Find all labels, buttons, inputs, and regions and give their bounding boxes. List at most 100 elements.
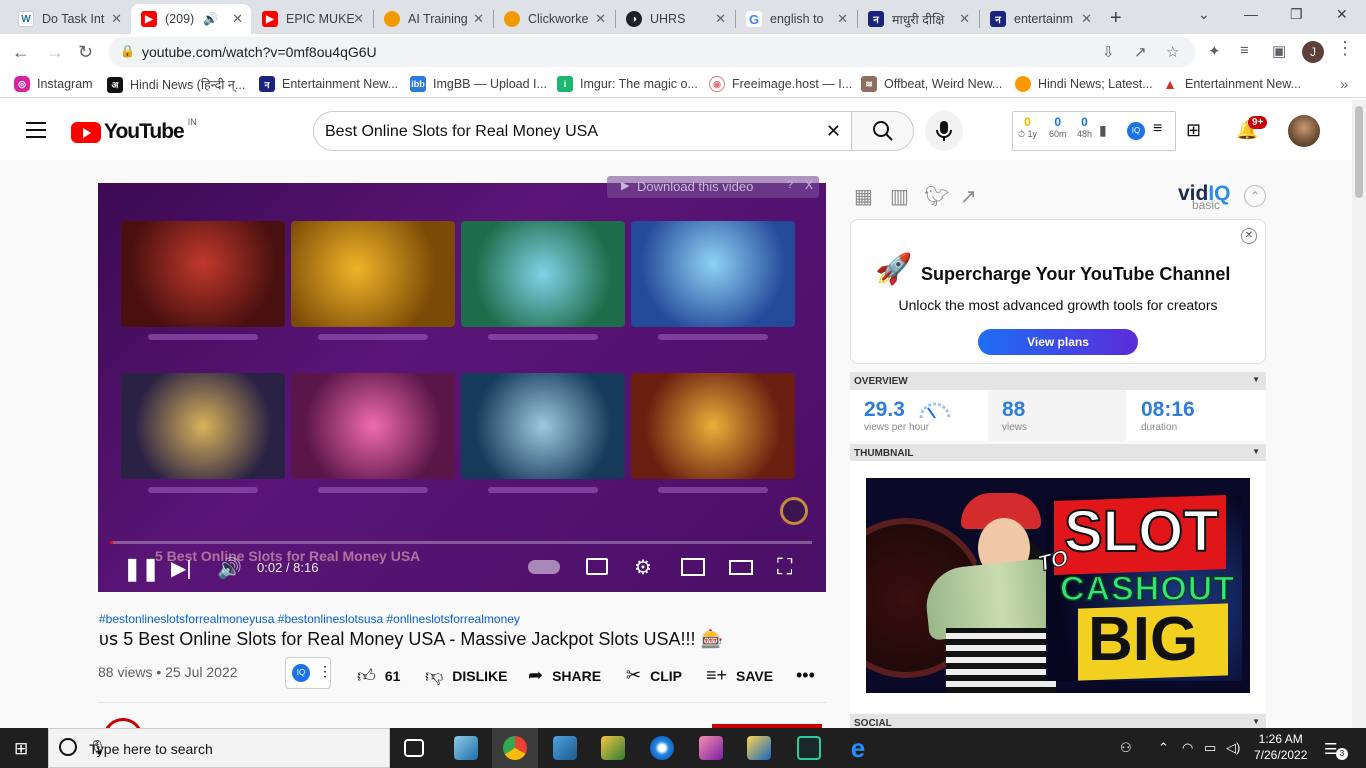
close-icon[interactable]: ✕ [1081, 11, 1092, 27]
bookmark-instagram[interactable]: ◎ Instagram [14, 76, 93, 92]
share-icon[interactable]: ↗ [1134, 43, 1147, 61]
subtitles-icon[interactable] [586, 558, 608, 575]
bar-chart-icon[interactable]: ▥ [890, 184, 909, 209]
bookmark-freeimage[interactable]: ◉ Freeimage.host — I... [709, 76, 852, 92]
tab-google[interactable]: G english to ✕ [736, 4, 856, 34]
system-clock[interactable]: 1:26 AM 7/26/2022 [1254, 731, 1307, 763]
autoplay-toggle[interactable] [528, 560, 560, 574]
menu-kebab-icon[interactable]: ⋮ [1336, 38, 1354, 59]
video-thumbnail-image[interactable]: SLOT TO CASHOUT BIG [866, 478, 1250, 693]
progress-bar[interactable] [110, 541, 812, 544]
forward-button[interactable]: → [46, 42, 64, 63]
hashtags[interactable]: #bestonlineslotsforrealmoneyusa #bestonl… [99, 612, 520, 626]
speaker-icon[interactable]: 🔊 [203, 12, 218, 26]
search-input[interactable]: Best Online Slots for Real Money USA ✕ [313, 111, 852, 151]
vidiq-button[interactable]: IQ ⋮ [285, 657, 332, 689]
wifi-icon[interactable]: ◠ [1182, 740, 1193, 756]
bookmark-star-icon[interactable]: ☆ [1166, 43, 1179, 61]
app-notepad-icon[interactable] [454, 736, 478, 760]
bookmark-hindi-news[interactable]: अ Hindi News (हिन्दी न्... [107, 76, 245, 93]
close-icon[interactable]: ✕ [353, 11, 364, 27]
bookmark-entertainment[interactable]: न Entertainment New... [259, 76, 398, 92]
media-control-icon[interactable]: ≡ [1240, 42, 1249, 59]
extensions-icon[interactable]: ✦ [1208, 42, 1221, 60]
taskbar-search-box[interactable]: Type here to search 🎙 [48, 728, 390, 768]
settings-gear-icon[interactable]: ⚙ [634, 555, 652, 580]
close-icon[interactable]: ✕ [837, 11, 848, 27]
task-view-icon[interactable] [404, 739, 424, 757]
vidiq-toolbar[interactable]: 0 ⏱ 1y 0 60m 0 48h ▮ IQ ≡ [1012, 111, 1176, 151]
minimize-button[interactable]: — [1244, 6, 1258, 22]
fullscreen-icon[interactable]: ⛶ [777, 554, 792, 580]
tab-uhrs[interactable]: ◑ UHRS ✕ [616, 4, 734, 34]
voice-search-button[interactable] [925, 111, 963, 151]
tray-chevron-icon[interactable]: ⌃ [1158, 740, 1169, 756]
profile-avatar[interactable]: J [1302, 41, 1324, 63]
create-video-icon[interactable]: ⊞ [1186, 120, 1201, 141]
channel-watermark[interactable] [780, 497, 808, 525]
bookmark-hindi-news-latest[interactable]: Hindi News; Latest... [1015, 76, 1153, 92]
battery-icon[interactable]: ▭ [1204, 740, 1216, 756]
edge-icon[interactable]: e [846, 735, 870, 761]
tab-search-icon[interactable]: ⌄ [1198, 6, 1210, 23]
thumbnail-section-header[interactable]: THUMBNAIL ▼ [850, 444, 1266, 462]
video-player[interactable] [98, 183, 826, 592]
app-play-icon[interactable] [797, 736, 821, 760]
share-button[interactable]: ➦ SHARE [528, 665, 601, 686]
grid-icon[interactable]: ▦ [854, 184, 873, 209]
search-button[interactable] [851, 111, 914, 151]
address-bar[interactable]: 🔒 youtube.com/watch?v=0mf8ou4qG6U ⇩ ↗ ☆ [108, 37, 1196, 67]
volume-icon[interactable]: 🔊 [217, 556, 242, 581]
theater-mode-icon[interactable] [729, 560, 753, 575]
tab-epic-muke[interactable]: ▶ EPIC MUKE ✕ [252, 4, 372, 34]
close-icon[interactable]: ✕ [473, 11, 484, 27]
like-button[interactable]: 👍︎ 61 [357, 665, 400, 687]
dislike-button[interactable]: 👎︎ DISLIKE [425, 665, 508, 687]
save-button[interactable]: ≡+ SAVE [706, 665, 773, 686]
windows-start-icon[interactable]: ⊞ [14, 739, 28, 759]
tab-ai-training[interactable]: AI Training ✕ [374, 4, 492, 34]
tab-madhuri[interactable]: न माधुरी दीक्षि ✕ [858, 4, 978, 34]
close-icon[interactable]: ✕ [715, 11, 726, 27]
close-window-button[interactable]: ✕ [1336, 6, 1348, 23]
youtube-logo[interactable]: YouTube IN [71, 117, 197, 144]
help-icon[interactable]: ? [787, 179, 793, 191]
install-icon[interactable]: ⇩ [1102, 43, 1115, 61]
app-monitor-icon[interactable] [553, 736, 577, 760]
app-browser-icon[interactable] [650, 736, 674, 760]
close-icon[interactable]: X [805, 178, 813, 192]
tab-entertainment[interactable]: न entertainm ✕ [980, 4, 1100, 34]
close-icon[interactable]: ✕ [1241, 228, 1257, 244]
app-paint3d-icon[interactable] [699, 736, 723, 760]
close-icon[interactable]: ✕ [111, 11, 122, 27]
tab-clickworker[interactable]: Clickworke ✕ [494, 4, 614, 34]
page-scrollbar[interactable] [1352, 100, 1366, 728]
reload-button[interactable]: ↻ [78, 42, 93, 63]
user-avatar[interactable] [1288, 115, 1320, 147]
microphone-icon[interactable]: 🎙 [89, 739, 377, 756]
side-panel-icon[interactable]: ▣ [1272, 42, 1286, 60]
restore-button[interactable]: ❐ [1290, 6, 1303, 23]
bookmark-entertainment-2[interactable]: ▲ Entertainment New... [1162, 76, 1301, 92]
new-tab-button[interactable]: + [1110, 7, 1122, 30]
back-button[interactable]: ← [12, 42, 30, 63]
more-bookmarks-icon[interactable]: » [1340, 76, 1348, 92]
menu-icon[interactable]: ≡ [1153, 120, 1162, 138]
tab-youtube-active[interactable]: ▶ (209) 🔊 ✕ [131, 4, 251, 34]
close-icon[interactable]: ✕ [959, 11, 970, 27]
close-icon[interactable]: ✕ [232, 11, 243, 27]
download-video-bar[interactable]: ▶ Download this video ? X [607, 176, 819, 198]
bookmark-imgur[interactable]: i Imgur: The magic o... [557, 76, 698, 92]
app-paint-icon[interactable] [601, 736, 625, 760]
view-plans-button[interactable]: View plans [978, 329, 1138, 355]
bar-chart-icon[interactable]: ▮ [1099, 122, 1107, 139]
next-icon[interactable]: ▶| [171, 556, 192, 581]
bookmark-offbeat[interactable]: ≋ Offbeat, Weird New... [861, 76, 1002, 92]
collapse-icon[interactable]: ⌃ [1244, 185, 1266, 207]
pause-icon[interactable]: ❚❚ [123, 556, 160, 582]
trending-icon[interactable]: ↗ [960, 184, 977, 209]
chrome-icon[interactable] [503, 736, 527, 760]
app-media-icon[interactable] [747, 736, 771, 760]
overview-section-header[interactable]: OVERVIEW ▼ [850, 372, 1266, 390]
tab-do-task[interactable]: W Do Task Int ✕ [8, 4, 130, 34]
